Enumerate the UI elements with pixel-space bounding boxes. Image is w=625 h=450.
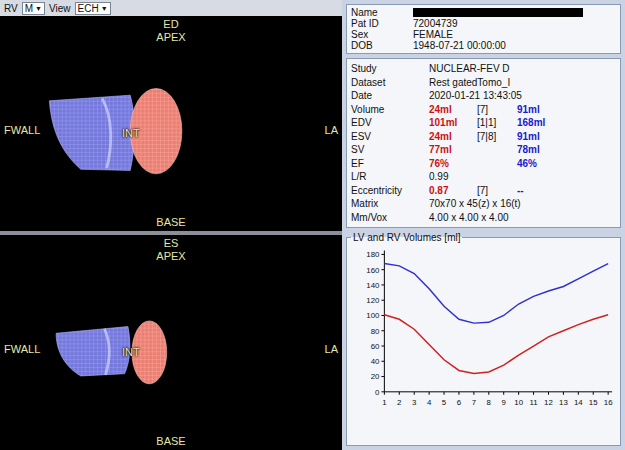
view-middle: FWALL INT LA bbox=[0, 263, 342, 435]
volume-chart-plot: 0204060801001201401601801234567891011121… bbox=[351, 243, 616, 415]
study-row: Volume24ml[7]91ml bbox=[351, 103, 616, 117]
svg-text:100: 100 bbox=[366, 311, 380, 320]
chart-title: LV and RV Volumes [ml] bbox=[351, 232, 462, 243]
svg-text:80: 80 bbox=[371, 327, 380, 336]
volume-line bbox=[384, 264, 608, 324]
phase-label: ES bbox=[164, 237, 179, 250]
volume-line bbox=[384, 315, 608, 374]
svg-text:160: 160 bbox=[366, 266, 380, 275]
toolbar-dropdown[interactable]: ECH▼ bbox=[75, 2, 111, 15]
patient-row: SexFEMALE bbox=[351, 29, 616, 40]
base-label: BASE bbox=[156, 216, 185, 229]
study-row: DatasetRest gatedTomo_I bbox=[351, 76, 616, 90]
apex-label: APEX bbox=[156, 250, 185, 263]
study-row: SV77ml78ml bbox=[351, 143, 616, 157]
study-row: Matrix70x70 x 45(z) x 16(t) bbox=[351, 197, 616, 211]
study-row: EDV101ml[1|1]168ml bbox=[351, 116, 616, 130]
patient-row: Name bbox=[351, 7, 616, 18]
svg-text:13: 13 bbox=[559, 398, 568, 407]
study-row: Mm/Vox4.00 x 4.00 x 4.00 bbox=[351, 211, 616, 225]
heart-mesh-icon bbox=[46, 269, 192, 429]
study-row: L/R0.99 bbox=[351, 170, 616, 184]
info-column: NamePat ID72004739SexFEMALEDOB1948-07-21… bbox=[342, 0, 625, 450]
lat-label: LA bbox=[192, 343, 342, 356]
study-row: ESV24ml[7|8]91ml bbox=[351, 130, 616, 144]
redacted-bar bbox=[413, 8, 583, 17]
base-label: BASE bbox=[156, 435, 185, 448]
left-column: RVM▼ViewECH▼EDAPEXFWALLINTLABASEESAPEXFW… bbox=[0, 0, 342, 450]
mesh-canvas[interactable]: INT bbox=[46, 50, 192, 210]
dropdown-arrow-icon: ▼ bbox=[35, 3, 42, 14]
views-area: EDAPEXFWALLINTLABASEESAPEXFWALLINTLABASE bbox=[0, 16, 342, 450]
svg-text:7: 7 bbox=[472, 398, 476, 407]
svg-text:8: 8 bbox=[487, 398, 492, 407]
study-row: Eccentricity0.87[7]-- bbox=[351, 184, 616, 198]
heart-mesh-icon bbox=[46, 50, 192, 210]
study-row: StudyNUCLEAR-FEV D bbox=[351, 62, 616, 76]
phase-label: ED bbox=[163, 18, 178, 31]
rv-mesh bbox=[49, 95, 134, 170]
svg-text:0: 0 bbox=[375, 388, 380, 397]
svg-text:2: 2 bbox=[397, 398, 401, 407]
mesh-canvas[interactable]: INT bbox=[46, 269, 192, 429]
fwall-label: FWALL bbox=[0, 124, 46, 137]
toolbar-label: RV bbox=[4, 3, 18, 14]
int-label: INT bbox=[122, 346, 140, 359]
svg-text:12: 12 bbox=[544, 398, 553, 407]
svg-text:11: 11 bbox=[529, 398, 537, 407]
int-label: INT bbox=[122, 127, 140, 140]
toolbar: RV M▼ View ECH▼ bbox=[0, 0, 342, 16]
svg-text:40: 40 bbox=[371, 357, 380, 366]
svg-text:3: 3 bbox=[412, 398, 417, 407]
patient-row: DOB1948-07-21 00:00:00 bbox=[351, 40, 616, 51]
view-pane[interactable]: ESAPEX FWALL INT LA BASE bbox=[0, 235, 342, 450]
svg-text:60: 60 bbox=[371, 342, 380, 351]
svg-text:5: 5 bbox=[442, 398, 447, 407]
view-middle: FWALL INT LA bbox=[0, 44, 342, 216]
svg-text:20: 20 bbox=[371, 372, 380, 381]
toolbar-dropdown[interactable]: M▼ bbox=[22, 2, 45, 15]
svg-text:16: 16 bbox=[604, 398, 613, 407]
viewer-screen: RVM▼ViewECH▼EDAPEXFWALLINTLABASEESAPEXFW… bbox=[0, 0, 625, 450]
volume-chart: LV and RV Volumes [ml] 0 20 40 60 80 100 120 140… bbox=[346, 232, 621, 446]
svg-text:1: 1 bbox=[382, 398, 386, 407]
toolbar-label: View bbox=[49, 3, 71, 14]
dropdown-arrow-icon: ▼ bbox=[101, 3, 108, 14]
study-box: StudyNUCLEAR-FEV DDatasetRest gatedTomo_… bbox=[346, 58, 621, 228]
svg-text:15: 15 bbox=[589, 398, 598, 407]
patient-row: Pat ID72004739 bbox=[351, 18, 616, 29]
svg-text:6: 6 bbox=[457, 398, 462, 407]
svg-text:140: 140 bbox=[366, 281, 380, 290]
study-row: Date2020-01-21 13:43:05 bbox=[351, 89, 616, 103]
rv-mesh bbox=[56, 327, 130, 376]
view-pane[interactable]: EDAPEX FWALL INT LA BASE bbox=[0, 16, 342, 231]
patient-box: NamePat ID72004739SexFEMALEDOB1948-07-21… bbox=[346, 4, 621, 54]
svg-text:4: 4 bbox=[427, 398, 432, 407]
study-row: EF76%46% bbox=[351, 157, 616, 171]
svg-text:180: 180 bbox=[366, 250, 380, 259]
lat-label: LA bbox=[192, 124, 342, 137]
svg-text:120: 120 bbox=[366, 296, 380, 305]
svg-text:10: 10 bbox=[514, 398, 523, 407]
fwall-label: FWALL bbox=[0, 343, 46, 356]
apex-label: APEX bbox=[156, 31, 185, 44]
svg-text:9: 9 bbox=[502, 398, 506, 407]
svg-text:14: 14 bbox=[574, 398, 583, 407]
